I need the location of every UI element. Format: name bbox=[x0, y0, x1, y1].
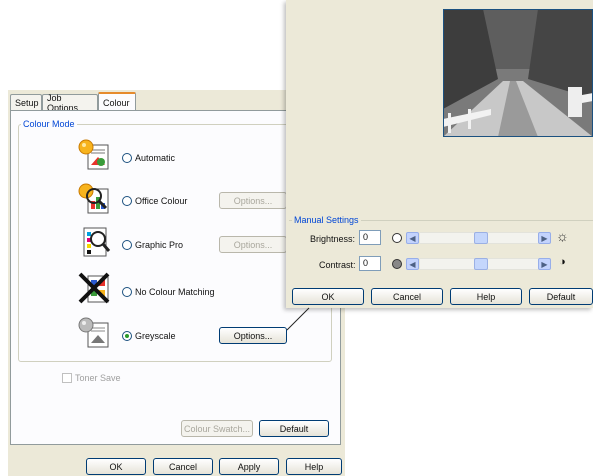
radio-greyscale[interactable] bbox=[122, 331, 132, 341]
greyscale-icon bbox=[78, 317, 109, 348]
brightness-label: Brightness: bbox=[310, 234, 356, 244]
label-graphic-pro: Graphic Pro bbox=[135, 240, 184, 250]
tab-setup[interactable]: Setup bbox=[10, 94, 42, 110]
brightness-decrease-button[interactable]: ◀ bbox=[406, 232, 419, 244]
colour-mode-title: Colour Mode bbox=[21, 119, 77, 129]
greyscale-default-button[interactable]: Default bbox=[529, 288, 593, 305]
toner-save-label: Toner Save bbox=[75, 373, 121, 383]
label-greyscale: Greyscale bbox=[135, 331, 176, 341]
greyscale-ok-button[interactable]: OK bbox=[292, 288, 364, 305]
radio-no-colour-matching[interactable] bbox=[122, 287, 132, 297]
greyscale-cancel-button[interactable]: Cancel bbox=[371, 288, 443, 305]
no-colour-matching-icon bbox=[78, 272, 110, 304]
contrast-label: Contrast: bbox=[319, 260, 356, 270]
contrast-decrease-button[interactable]: ◀ bbox=[406, 258, 419, 270]
greyscale-options-button[interactable]: Options... bbox=[219, 327, 287, 344]
main-apply-button[interactable]: Apply bbox=[219, 458, 279, 475]
main-cancel-button[interactable]: Cancel bbox=[153, 458, 213, 475]
label-office-colour: Office Colour bbox=[135, 196, 188, 206]
radio-automatic[interactable] bbox=[122, 153, 132, 163]
brightness-increase-button[interactable]: ▶ bbox=[538, 232, 551, 244]
main-help-button[interactable]: Help bbox=[286, 458, 342, 475]
colour-swatch-button[interactable]: Colour Swatch... bbox=[181, 420, 253, 437]
toner-save-checkbox[interactable] bbox=[62, 373, 72, 383]
radio-graphic-pro[interactable] bbox=[122, 240, 132, 250]
brightness-thumb[interactable] bbox=[474, 232, 488, 244]
main-default-button[interactable]: Default bbox=[259, 420, 329, 437]
graphic-pro-options-button[interactable]: Options... bbox=[219, 236, 287, 253]
brightness-input[interactable]: 0 bbox=[359, 230, 381, 245]
tab-colour-label: Colour bbox=[103, 97, 130, 108]
label-automatic: Automatic bbox=[135, 153, 176, 163]
contrast-thumb[interactable] bbox=[474, 258, 488, 270]
tab-colour[interactable]: Colour bbox=[98, 92, 136, 111]
preview-image bbox=[443, 9, 593, 137]
sun-icon: ☼ bbox=[556, 228, 569, 244]
greyscale-help-button[interactable]: Help bbox=[450, 288, 522, 305]
radio-office-colour[interactable] bbox=[122, 196, 132, 206]
filled-circle-icon bbox=[392, 259, 402, 269]
main-ok-button[interactable]: OK bbox=[86, 458, 146, 475]
contrast-input[interactable]: 0 bbox=[359, 256, 381, 271]
office-colour-options-button[interactable]: Options... bbox=[219, 192, 287, 209]
label-no-colour-matching: No Colour Matching bbox=[135, 287, 215, 297]
tab-setup-label: Setup bbox=[15, 97, 39, 108]
graphic-pro-icon bbox=[83, 227, 111, 257]
half-circle-icon: ◑ bbox=[559, 256, 566, 268]
contrast-increase-button[interactable]: ▶ bbox=[538, 258, 551, 270]
tab-job-options[interactable]: Job Options bbox=[42, 93, 98, 113]
office-colour-icon bbox=[78, 183, 109, 214]
colour-auto-icon bbox=[78, 139, 109, 170]
manual-settings-title: Manual Settings bbox=[292, 215, 361, 225]
empty-circle-icon bbox=[392, 233, 402, 243]
